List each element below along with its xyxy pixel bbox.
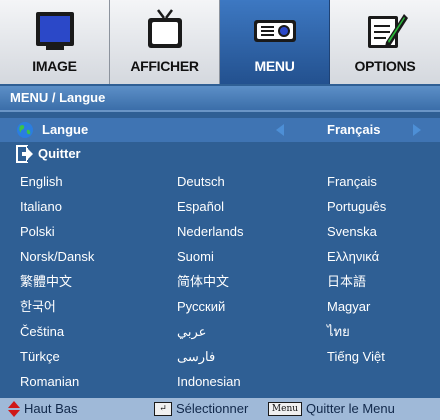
- language-row[interactable]: Langue Français: [0, 118, 440, 142]
- language-option[interactable]: English: [20, 172, 63, 192]
- tab-bar: IMAGE AFFICHER MENU OPTIONS: [0, 0, 440, 84]
- quit-row[interactable]: Quitter: [0, 142, 440, 166]
- language-option[interactable]: 繁體中文: [20, 272, 72, 292]
- language-option[interactable]: Español: [177, 197, 224, 217]
- language-value: Français: [327, 122, 381, 137]
- language-option[interactable]: Polski: [20, 222, 55, 242]
- enter-key-icon: ↵: [154, 402, 172, 416]
- help-navigate: Haut Bas: [24, 401, 78, 416]
- tab-label: AFFICHER: [130, 58, 199, 74]
- help-bar: Haut Bas ↵ Sélectionner Menu Quitter le …: [0, 398, 440, 420]
- language-option[interactable]: 한국어: [20, 297, 56, 317]
- arrow-right-icon[interactable]: [413, 124, 421, 136]
- notepad-icon: [368, 14, 408, 48]
- language-option[interactable]: Italiano: [20, 197, 62, 217]
- language-option[interactable]: Ελληνικά: [327, 247, 379, 267]
- quit-label: Quitter: [38, 146, 81, 161]
- language-option[interactable]: Nederlands: [177, 222, 244, 242]
- language-option[interactable]: Magyar: [327, 297, 370, 317]
- language-option[interactable]: Tiếng Việt: [327, 347, 385, 367]
- monitor-icon: [35, 12, 74, 50]
- language-option[interactable]: Čeština: [20, 322, 64, 342]
- language-label: Langue: [42, 122, 89, 137]
- language-option[interactable]: Deutsch: [177, 172, 225, 192]
- language-option[interactable]: Indonesian: [177, 372, 241, 392]
- language-option[interactable]: Português: [327, 197, 386, 217]
- language-option[interactable]: فارسی: [177, 347, 215, 367]
- globe-icon: [17, 122, 33, 138]
- up-down-arrow-icon: [8, 401, 20, 417]
- help-select: Sélectionner: [176, 401, 249, 416]
- osd-menu: IMAGE AFFICHER MENU OPTIONS MENU / Langu…: [0, 0, 440, 420]
- language-option[interactable]: Français: [327, 172, 377, 192]
- language-option[interactable]: Svenska: [327, 222, 377, 242]
- page-title: MENU / Langue: [0, 86, 440, 110]
- language-option[interactable]: Romanian: [20, 372, 79, 392]
- language-option[interactable]: 简体中文: [177, 272, 229, 292]
- language-option[interactable]: Norsk/Dansk: [20, 247, 94, 267]
- title-divider: [0, 110, 440, 112]
- language-option[interactable]: Suomi: [177, 247, 214, 267]
- menu-key-icon: Menu: [268, 402, 302, 416]
- tab-afficher[interactable]: AFFICHER: [110, 0, 220, 84]
- tab-label: OPTIONS: [354, 58, 416, 74]
- language-option[interactable]: ไทย: [327, 322, 350, 342]
- language-option[interactable]: 日本語: [327, 272, 366, 292]
- tv-icon: [147, 9, 182, 48]
- exit-icon: [16, 145, 33, 163]
- language-option[interactable]: Türkçe: [20, 347, 60, 367]
- arrow-left-icon[interactable]: [276, 124, 284, 136]
- tab-image[interactable]: IMAGE: [0, 0, 110, 84]
- tab-label: IMAGE: [32, 58, 77, 74]
- projector-icon: [253, 20, 296, 42]
- tab-label: MENU: [254, 58, 295, 74]
- language-option[interactable]: عربي: [177, 322, 206, 342]
- help-quit-menu: Quitter le Menu: [306, 401, 395, 416]
- tab-options[interactable]: OPTIONS: [330, 0, 440, 84]
- language-option[interactable]: Русский: [177, 297, 225, 317]
- tab-menu[interactable]: MENU: [220, 0, 330, 84]
